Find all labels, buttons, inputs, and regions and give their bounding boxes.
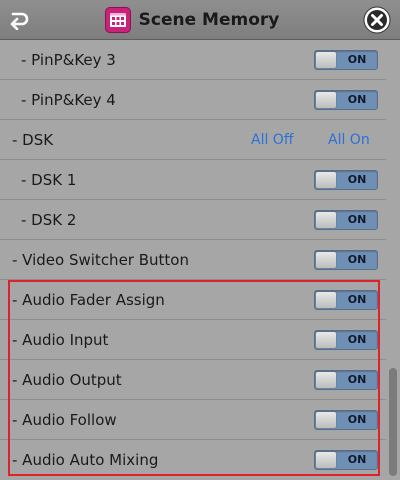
toggle-pinp-key-3[interactable]: ON <box>314 50 378 70</box>
toggle-audio-auto-mixing[interactable]: ON <box>314 450 378 470</box>
toggle-state: ON <box>347 53 367 66</box>
row-audio-follow: - Audio Follow ON <box>0 400 386 440</box>
toggle-knob <box>316 52 336 68</box>
row-label: - Audio Auto Mixing <box>12 451 159 469</box>
toggle-audio-input[interactable]: ON <box>314 330 378 350</box>
dsk-all-off-link[interactable]: All Off <box>251 132 293 148</box>
toggle-state: ON <box>347 453 367 466</box>
row-dsk-2: - DSK 2 ON <box>0 200 386 240</box>
toggle-state: ON <box>347 253 367 266</box>
toggle-knob <box>316 292 336 308</box>
back-arrow-icon <box>10 12 29 30</box>
row-pinp-key-3: - PinP&Key 3 ON <box>0 40 386 80</box>
toggle-knob <box>316 332 336 348</box>
toggle-state: ON <box>347 213 367 226</box>
toggle-knob <box>316 252 336 268</box>
back-button[interactable] <box>4 6 34 34</box>
toggle-knob <box>316 452 336 468</box>
row-dsk: - DSK All Off All On <box>0 120 386 160</box>
row-label: - DSK 2 <box>21 210 77 229</box>
toggle-knob <box>316 92 336 108</box>
row-label: - DSK <box>12 130 54 149</box>
toggle-state: ON <box>347 413 367 426</box>
title-area: Scene Memory <box>0 0 400 40</box>
row-pinp-key-4: - PinP&Key 4 ON <box>0 80 386 120</box>
toggle-knob <box>316 212 336 228</box>
row-audio-fader-assign: - Audio Fader Assign ON <box>0 280 386 320</box>
row-audio-input: - Audio Input ON <box>0 320 386 360</box>
toggle-dsk-1[interactable]: ON <box>314 170 378 190</box>
row-label: - Audio Output <box>12 370 122 389</box>
settings-list: - PinP&Key 3 ON - PinP&Key 4 ON - DSK Al… <box>0 40 386 480</box>
page-title: Scene Memory <box>138 10 280 30</box>
row-audio-auto-mixing: - Audio Auto Mixing ON <box>0 440 386 480</box>
header-bar: Scene Memory <box>0 0 400 40</box>
row-label: - PinP&Key 3 <box>21 50 116 69</box>
toggle-audio-output[interactable]: ON <box>314 370 378 390</box>
toggle-pinp-key-4[interactable]: ON <box>314 90 378 110</box>
toggle-state: ON <box>347 93 367 106</box>
toggle-dsk-2[interactable]: ON <box>314 210 378 230</box>
row-dsk-1: - DSK 1 ON <box>0 160 386 200</box>
toggle-audio-follow[interactable]: ON <box>314 410 378 430</box>
toggle-state: ON <box>347 293 367 306</box>
film-grid-icon <box>104 7 131 33</box>
toggle-knob <box>316 412 336 428</box>
toggle-state: ON <box>347 333 367 346</box>
row-label: - Audio Fader Assign <box>12 290 165 309</box>
toggle-state: ON <box>347 373 367 386</box>
toggle-state: ON <box>347 173 367 186</box>
toggle-knob <box>316 372 336 388</box>
toggle-video-switcher-button[interactable]: ON <box>314 250 378 270</box>
close-circle-icon <box>363 6 391 34</box>
row-label: - Audio Input <box>12 330 109 349</box>
row-label: - PinP&Key 4 <box>21 90 116 109</box>
row-label: - Audio Follow <box>12 410 117 429</box>
row-label: - DSK 1 <box>21 170 77 189</box>
row-audio-output: - Audio Output ON <box>0 360 386 400</box>
scrollbar-thumb[interactable] <box>389 368 397 476</box>
toggle-audio-fader-assign[interactable]: ON <box>314 290 378 310</box>
dsk-all-on-link[interactable]: All On <box>328 132 370 148</box>
row-label: - Video Switcher Button <box>12 250 189 269</box>
row-video-switcher-button: - Video Switcher Button ON <box>0 240 386 280</box>
toggle-knob <box>316 172 336 188</box>
close-button[interactable] <box>361 4 393 36</box>
